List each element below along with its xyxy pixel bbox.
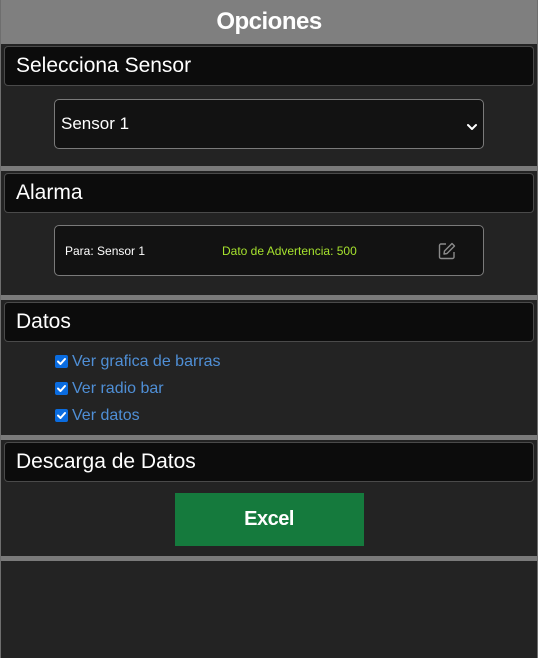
alarm-section-title: Alarma xyxy=(4,173,534,213)
checkmark-icon xyxy=(57,385,66,392)
sensor-section: Selecciona Sensor Sensor 1 xyxy=(1,44,537,166)
option-bar-chart[interactable]: Ver grafica de barras xyxy=(55,348,537,375)
edit-icon[interactable] xyxy=(437,241,457,261)
data-section: Datos Ver grafica de barras Ver radio ba… xyxy=(1,300,537,435)
download-section: Descarga de Datos Excel xyxy=(1,440,537,556)
alarm-target-sensor: Para: Sensor 1 xyxy=(65,243,146,258)
checkmark-icon xyxy=(57,358,66,365)
data-options-list: Ver grafica de barras Ver radio bar Ver … xyxy=(1,348,537,429)
sensor-select[interactable]: Sensor 1 xyxy=(54,99,484,149)
option-data[interactable]: Ver datos xyxy=(55,402,537,429)
option-label[interactable]: Ver radio bar xyxy=(72,380,164,398)
checkbox[interactable] xyxy=(55,355,68,368)
option-label[interactable]: Ver datos xyxy=(72,407,140,425)
checkbox[interactable] xyxy=(55,382,68,395)
page-title: Opciones xyxy=(1,0,537,44)
options-panel: Opciones Selecciona Sensor Sensor 1 Alar… xyxy=(0,0,538,658)
alarm-card: Para: Sensor 1 Dato de Advertencia: 500 xyxy=(54,225,484,276)
alarm-section: Alarma Para: Sensor 1 Dato de Advertenci… xyxy=(1,171,537,295)
download-section-title: Descarga de Datos xyxy=(4,442,534,482)
excel-download-button[interactable]: Excel xyxy=(174,493,364,546)
option-label[interactable]: Ver grafica de barras xyxy=(72,353,221,371)
option-radio-bar[interactable]: Ver radio bar xyxy=(55,375,537,402)
chevron-down-icon xyxy=(466,118,478,130)
checkbox[interactable] xyxy=(55,409,68,422)
data-section-title: Datos xyxy=(4,302,534,342)
empty-area xyxy=(1,561,537,649)
checkmark-icon xyxy=(57,412,66,419)
sensor-section-title: Selecciona Sensor xyxy=(4,46,534,86)
alarm-warning-value: Dato de Advertencia: 500 xyxy=(222,243,357,258)
sensor-select-value: Sensor 1 xyxy=(61,114,130,133)
